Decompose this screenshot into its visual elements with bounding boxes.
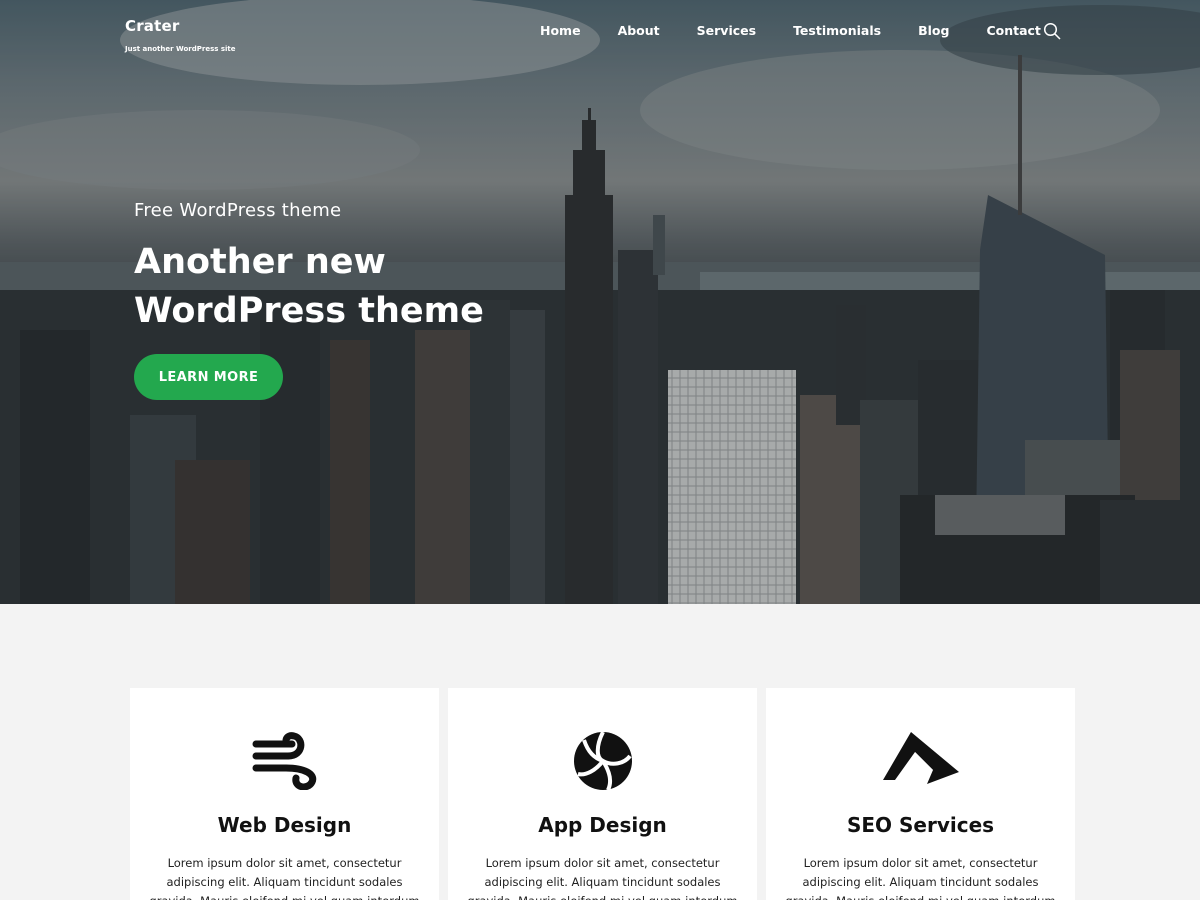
site-tagline: Just another WordPress site bbox=[125, 45, 236, 53]
service-title: App Design bbox=[538, 813, 667, 837]
nav-item-testimonials[interactable]: Testimonials bbox=[793, 23, 881, 38]
nav-item-blog[interactable]: Blog bbox=[918, 23, 949, 38]
nav-item-home[interactable]: Home bbox=[540, 23, 581, 38]
service-title: Web Design bbox=[217, 813, 352, 837]
nav-item-services[interactable]: Services bbox=[697, 23, 756, 38]
service-card-seo-services: SEO Services Lorem ipsum dolor sit amet,… bbox=[766, 688, 1075, 900]
service-card-web-design: Web Design Lorem ipsum dolor sit amet, c… bbox=[130, 688, 439, 900]
hero-title: Another new WordPress theme bbox=[134, 242, 484, 331]
wind-icon bbox=[252, 732, 316, 790]
mountain-logo-icon bbox=[882, 732, 959, 784]
service-description: Lorem ipsum dolor sit amet, consectetur … bbox=[785, 856, 1055, 900]
services-section: Web Design Lorem ipsum dolor sit amet, c… bbox=[130, 688, 1075, 900]
hero-banner: Crater Just another WordPress site Home … bbox=[0, 0, 1200, 604]
service-description: Lorem ipsum dolor sit amet, consectetur … bbox=[149, 856, 419, 900]
site-title[interactable]: Crater bbox=[125, 17, 179, 35]
nav-item-contact[interactable]: Contact bbox=[986, 23, 1040, 38]
search-icon[interactable] bbox=[1043, 22, 1061, 40]
hero-kicker: Free WordPress theme bbox=[134, 200, 342, 221]
volleyball-icon bbox=[573, 731, 632, 791]
service-title: SEO Services bbox=[846, 813, 995, 837]
service-description: Lorem ipsum dolor sit amet, consectetur … bbox=[467, 856, 737, 900]
nav-item-about[interactable]: About bbox=[618, 23, 660, 38]
learn-more-button[interactable]: LEARN MORE bbox=[134, 354, 283, 400]
service-card-app-design: App Design Lorem ipsum dolor sit amet, c… bbox=[448, 688, 757, 900]
main-nav: Home About Services Testimonials Blog Co… bbox=[540, 23, 1078, 38]
